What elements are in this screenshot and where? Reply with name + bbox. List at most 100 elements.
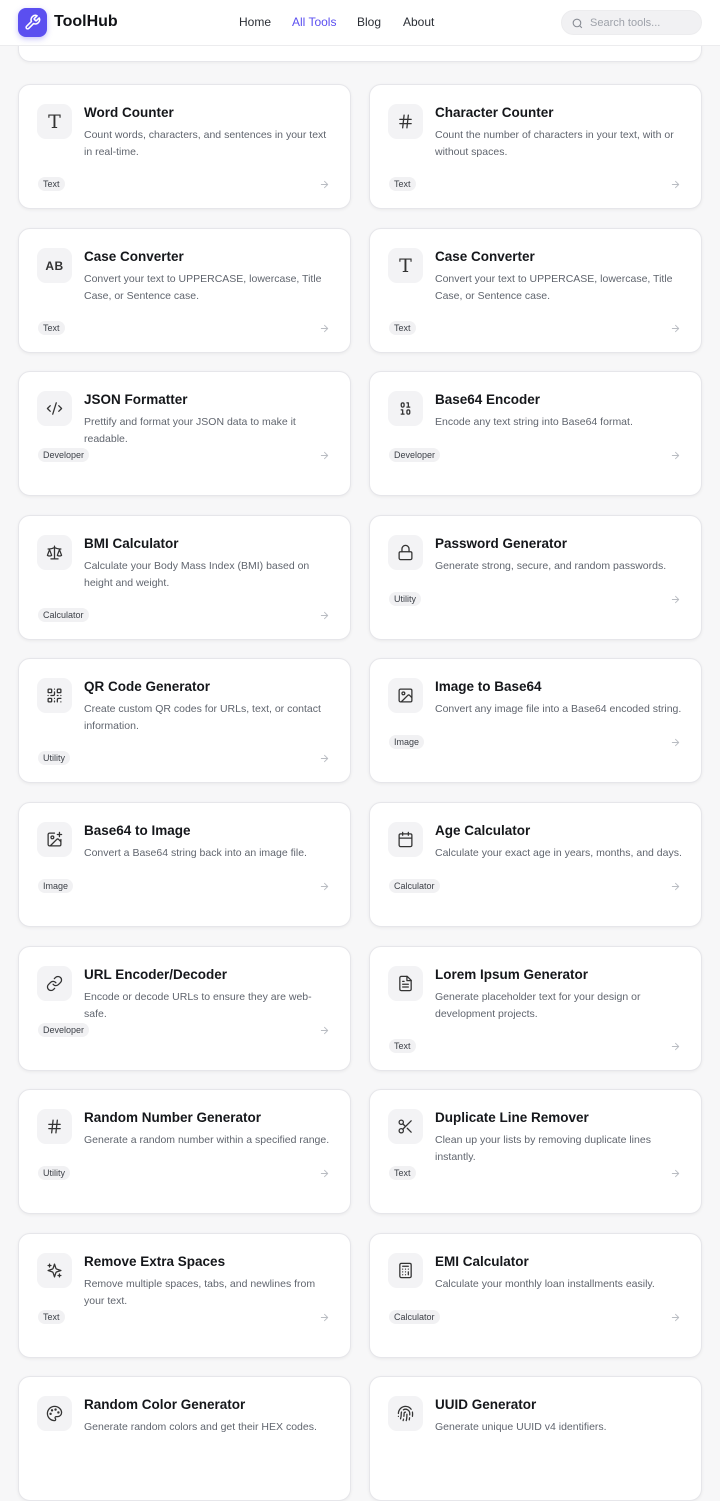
tool-description: Generate strong, secure, and random pass… — [435, 560, 667, 572]
tool-card[interactable]: BMI Calculator Calculate your Body Mass I… — [18, 515, 351, 640]
tool-card[interactable]: URL Encoder/Decoder Encode or decode URLs… — [18, 946, 351, 1071]
nav-link-all-tools[interactable]: All Tools — [292, 15, 336, 29]
tool-description: Remove multiple spaces, tabs, and newlin… — [84, 1278, 316, 1307]
image-plus-icon — [37, 822, 72, 857]
category-tag: Utility — [389, 592, 421, 606]
arrow-right-icon — [670, 881, 682, 891]
tool-title: Case Converter — [435, 249, 535, 264]
search-icon — [572, 18, 583, 29]
tool-card[interactable]: Remove Extra Spaces Remove multiple space… — [18, 1233, 351, 1358]
tool-description: Calculate your Body Mass Index (BMI) bas… — [84, 560, 310, 589]
arrow-right-icon — [319, 179, 331, 189]
wrench-logo-icon[interactable] — [18, 8, 47, 37]
tool-description: Prettify and format your JSON data to ma… — [84, 416, 296, 445]
arrow-right-icon — [670, 450, 682, 460]
arrow-right-icon — [670, 594, 682, 604]
tool-description: Count the number of characters in your t… — [435, 129, 674, 158]
scissors-icon — [388, 1109, 423, 1144]
tool-card[interactable]: Random Number Generator Generate a random… — [18, 1089, 351, 1214]
text-type-icon: T — [37, 104, 72, 139]
link-icon — [37, 966, 72, 1001]
arrow-right-icon — [670, 1168, 682, 1178]
calendar-icon — [388, 822, 423, 857]
tool-title: Random Number Generator — [84, 1110, 262, 1125]
tool-card[interactable]: Password Generator Generate strong, secur… — [369, 515, 702, 640]
tool-title: Remove Extra Spaces — [84, 1254, 226, 1269]
hash-icon — [388, 104, 423, 139]
category-tag: Text — [389, 321, 416, 335]
tool-card[interactable]: Base64 Encoder Encode any text string int… — [369, 371, 702, 496]
binary-icon — [388, 391, 423, 426]
arrow-right-icon — [319, 1025, 331, 1035]
tool-card[interactable]: EMI Calculator Calculate your monthly loa… — [369, 1233, 702, 1358]
tool-title: BMI Calculator — [84, 536, 179, 551]
tool-card[interactable]: UUID Generator Generate unique UUID v4 id… — [369, 1376, 702, 1501]
tool-title: EMI Calculator — [435, 1254, 529, 1269]
tool-title: Case Converter — [84, 249, 184, 264]
search-input[interactable] — [590, 14, 695, 31]
tool-card[interactable]: Age Calculator Calculate your exact age i… — [369, 802, 702, 927]
category-tag: Calculator — [389, 1310, 440, 1324]
hash-icon — [37, 1109, 72, 1144]
tool-description: Generate random colors and get their HEX… — [84, 1421, 317, 1433]
tool-card[interactable]: Duplicate Line Remover Clean up your list… — [369, 1089, 702, 1214]
category-tag: Text — [38, 321, 65, 335]
tool-description: Calculate your monthly loan installments… — [435, 1278, 655, 1290]
tool-description: Convert a Base64 string back into an ima… — [84, 847, 307, 859]
arrow-right-icon — [670, 179, 682, 189]
top-navbar: ToolHub Home All Tools Blog About — [0, 0, 720, 46]
tool-title: Duplicate Line Remover — [435, 1110, 589, 1125]
tool-card[interactable]: AB Case Converter Convert your text to UPP… — [18, 228, 351, 353]
calculator-icon — [388, 1253, 423, 1288]
file-text-icon — [388, 966, 423, 1001]
tool-title: Base64 to Image — [84, 823, 191, 838]
tool-description: Convert your text to UPPERCASE, lowercas… — [84, 273, 322, 302]
tool-description: Calculate your exact age in years, month… — [435, 847, 682, 859]
category-tag: Text — [38, 177, 65, 191]
nav-link-home[interactable]: Home — [239, 15, 271, 29]
tool-card[interactable]: Random Color Generator Generate random co… — [18, 1376, 351, 1501]
arrow-right-icon — [319, 881, 331, 891]
tool-card[interactable]: QR Code Generator Create custom QR codes … — [18, 658, 351, 783]
scale-icon — [37, 535, 72, 570]
arrow-right-icon — [670, 1312, 682, 1322]
category-tag: Text — [38, 1310, 65, 1324]
tool-description: Generate unique UUID v4 identifiers. — [435, 1421, 607, 1433]
nav-link-about[interactable]: About — [403, 15, 434, 29]
category-tag: Developer — [38, 448, 90, 462]
image-icon — [388, 678, 423, 713]
tool-card[interactable]: Character Counter Count the number of cha… — [369, 84, 702, 209]
tool-title: Base64 Encoder — [435, 392, 541, 407]
category-tag: Calculator — [389, 879, 440, 893]
tool-description: Encode any text string into Base64 forma… — [435, 416, 633, 428]
tool-title: QR Code Generator — [84, 679, 211, 694]
category-tag: Text — [389, 1039, 416, 1053]
arrow-right-icon — [319, 753, 331, 763]
arrow-right-icon — [670, 1041, 682, 1051]
tool-title: Random Color Generator — [84, 1397, 246, 1412]
tool-card[interactable]: Lorem Ipsum Generator Generate placeholde… — [369, 946, 702, 1071]
code-icon — [37, 391, 72, 426]
sparkles-icon — [37, 1253, 72, 1288]
category-tag: Text — [389, 1166, 416, 1180]
tool-card[interactable]: T Case Converter Convert your text to UPPE… — [369, 228, 702, 353]
arrow-right-icon — [319, 1312, 331, 1322]
tool-card[interactable]: JSON Formatter Prettify and format your J… — [18, 371, 351, 496]
arrow-right-icon — [319, 450, 331, 460]
tool-description: Generate a random number within a specif… — [84, 1134, 330, 1146]
tool-description: Create custom QR codes for URLs, text, o… — [84, 703, 321, 732]
nav-link-blog[interactable]: Blog — [357, 15, 381, 29]
palette-icon — [37, 1396, 72, 1431]
lock-icon — [388, 535, 423, 570]
tool-description: Convert your text to UPPERCASE, lowercas… — [435, 273, 673, 302]
brand-name[interactable]: ToolHub — [54, 13, 118, 31]
tool-title: URL Encoder/Decoder — [84, 967, 228, 982]
tool-card[interactable]: Base64 to Image Convert a Base64 string b… — [18, 802, 351, 927]
category-tag: Developer — [38, 1023, 90, 1037]
category-tag: Image — [38, 879, 74, 893]
search-box[interactable] — [561, 10, 702, 35]
tool-title: Password Generator — [435, 536, 568, 551]
tool-card[interactable]: Image to Base64 Convert any image file in… — [369, 658, 702, 783]
tool-description: Count words, characters, and sentences i… — [84, 129, 327, 158]
tool-card[interactable]: T Word Counter Count words, characters, an… — [18, 84, 351, 209]
